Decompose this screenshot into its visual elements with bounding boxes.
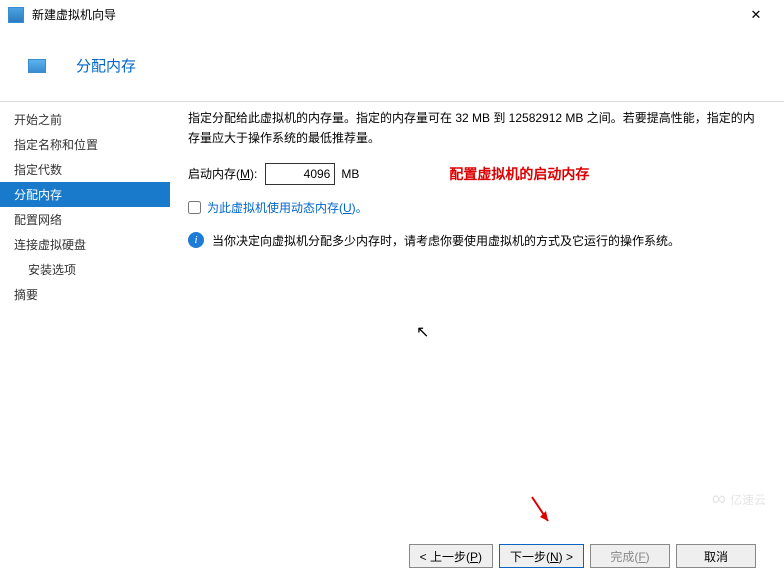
startup-memory-row: 启动内存(M): MB 配置虚拟机的启动内存 [188,163,766,185]
dynamic-memory-checkbox[interactable] [188,201,201,214]
info-icon: i [188,232,204,248]
step-before-begin[interactable]: 开始之前 [0,107,170,132]
watermark-text: 亿速云 [730,491,766,508]
info-text: 当你决定向虚拟机分配多少内存时，请考虑你要使用虚拟机的方式及它运行的操作系统。 [212,232,680,251]
page-title: 分配内存 [76,55,136,76]
step-assign-memory[interactable]: 分配内存 [0,182,170,207]
next-button[interactable]: 下一步(N) > [499,544,584,568]
step-summary[interactable]: 摘要 [0,282,170,307]
step-virtual-disk[interactable]: 连接虚拟硬盘 [0,232,170,257]
dynamic-memory-row: 为此虚拟机使用动态内存(U)。 [188,199,766,216]
finish-button[interactable]: 完成(F) [590,544,670,568]
close-button[interactable]: ✕ [736,0,776,30]
window-title: 新建虚拟机向导 [32,6,736,23]
dynamic-memory-label[interactable]: 为此虚拟机使用动态内存(U)。 [207,199,368,216]
wizard-steps: 开始之前 指定名称和位置 指定代数 分配内存 配置网络 连接虚拟硬盘 安装选项 … [0,102,170,522]
startup-memory-label: 启动内存(M): [188,165,257,182]
annotation-text: 配置虚拟机的启动内存 [449,164,589,184]
mem-unit-label: MB [341,167,359,181]
watermark-logo-icon: ∞ [712,488,726,511]
wizard-icon [8,7,24,23]
watermark: ∞ 亿速云 [712,488,766,511]
page-header: 分配内存 [0,30,784,101]
startup-memory-input[interactable] [265,163,335,185]
monitor-icon [28,59,46,73]
cursor-icon: ↖ [416,322,429,342]
memory-description: 指定分配给此虚拟机的内存量。指定的内存量可在 32 MB 到 12582912 … [188,108,766,149]
step-name-location[interactable]: 指定名称和位置 [0,132,170,157]
step-generation[interactable]: 指定代数 [0,157,170,182]
titlebar: 新建虚拟机向导 ✕ [0,0,784,30]
previous-button[interactable]: < 上一步(P) [409,544,493,568]
step-network[interactable]: 配置网络 [0,207,170,232]
content-pane: 指定分配给此虚拟机的内存量。指定的内存量可在 32 MB 到 12582912 … [170,102,784,522]
cancel-button[interactable]: 取消 [676,544,756,568]
wizard-footer: < 上一步(P) 下一步(N) > 完成(F) 取消 [409,544,756,568]
step-install-options[interactable]: 安装选项 [0,257,170,282]
info-row: i 当你决定向虚拟机分配多少内存时，请考虑你要使用虚拟机的方式及它运行的操作系统… [188,232,766,251]
